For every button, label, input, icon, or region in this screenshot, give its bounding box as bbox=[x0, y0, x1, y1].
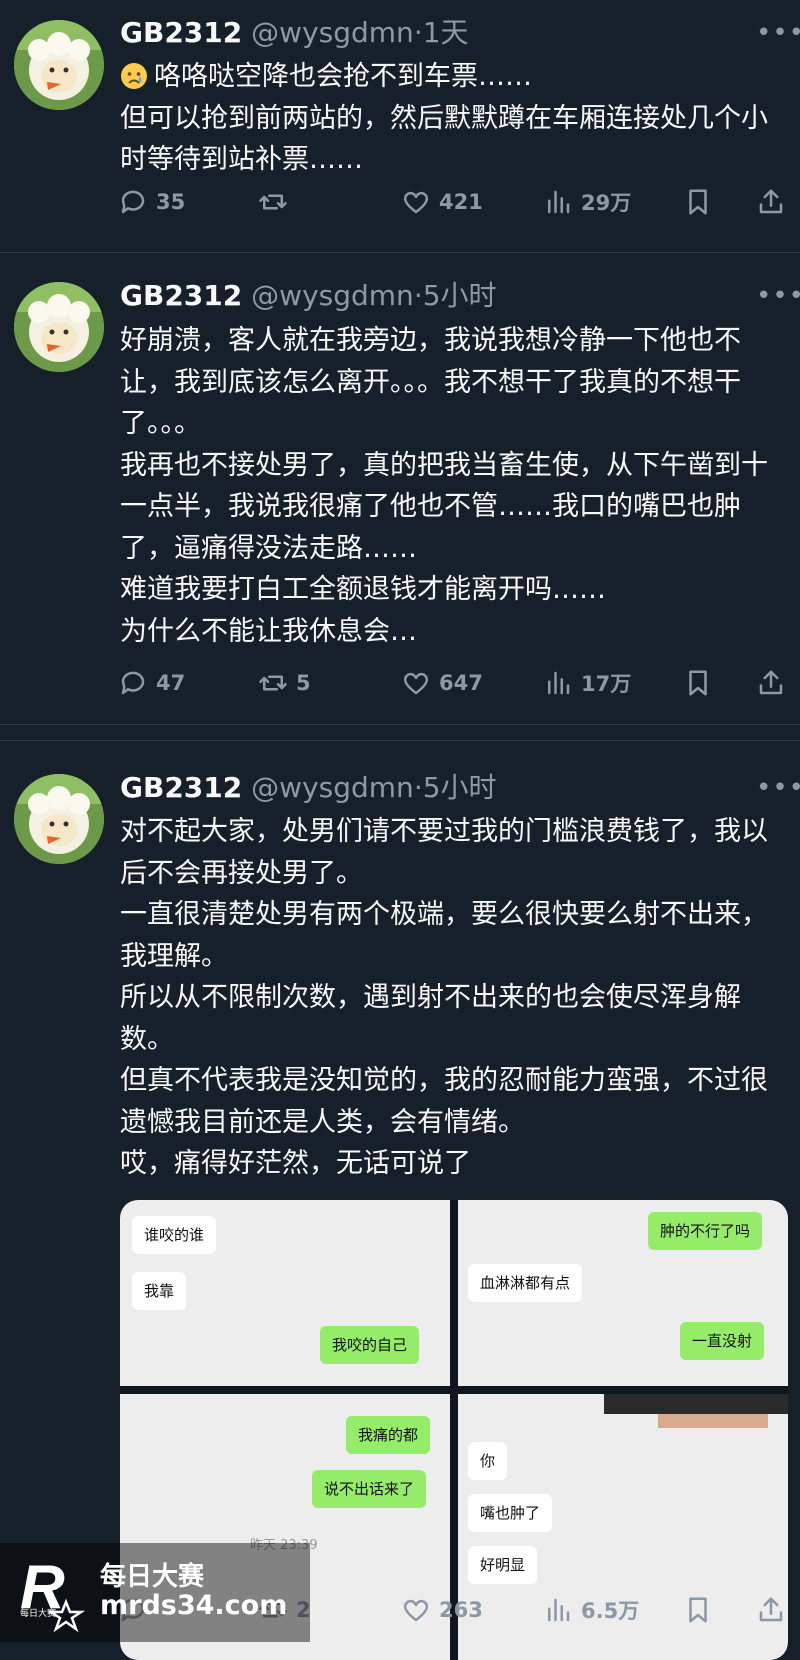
display-name[interactable]: GB2312 bbox=[120, 771, 242, 804]
tweet-header: GB2312 @wysgdmn·5小时 bbox=[120, 768, 497, 808]
reply-count: 35 bbox=[156, 190, 186, 214]
views-button[interactable]: 17万 bbox=[543, 663, 631, 703]
views-button[interactable]: 6.5万 bbox=[543, 1590, 639, 1630]
reply-icon bbox=[121, 671, 145, 695]
reply-button[interactable]: 35 bbox=[118, 182, 185, 222]
reply-count: 47 bbox=[156, 671, 186, 695]
share-button[interactable] bbox=[756, 663, 794, 703]
separator-dot: · bbox=[413, 16, 423, 49]
heart-icon bbox=[403, 191, 429, 214]
like-button[interactable]: 263 bbox=[401, 1590, 483, 1630]
like-button[interactable]: 421 bbox=[401, 182, 483, 222]
bookmark-icon bbox=[689, 189, 707, 215]
timestamp[interactable]: 5小时 bbox=[423, 771, 497, 804]
view-count: 17万 bbox=[581, 672, 632, 696]
retweet-icon bbox=[259, 194, 287, 210]
bookmark-icon bbox=[689, 1597, 707, 1623]
tweet-header: GB2312 @wysgdmn·1天 bbox=[120, 13, 469, 53]
more-options-icon[interactable]: ••• bbox=[756, 279, 800, 313]
views-chart-icon bbox=[548, 1598, 570, 1622]
chat-bubble: 嘴也肿了 bbox=[468, 1494, 553, 1532]
watermark-logo-icon: R bbox=[20, 1553, 86, 1632]
chat-bubble: 你 bbox=[468, 1442, 508, 1480]
share-icon bbox=[759, 1597, 783, 1622]
heart-icon bbox=[403, 672, 429, 695]
tweet-actions: 47 5 647 17万 bbox=[118, 663, 793, 703]
share-icon bbox=[759, 670, 783, 695]
chat-bubble: 肿的不行了吗 bbox=[648, 1212, 763, 1250]
chat-bubble: 好明显 bbox=[468, 1546, 538, 1584]
user-handle[interactable]: @wysgdmn bbox=[251, 771, 414, 804]
share-icon bbox=[759, 189, 783, 214]
watermark-title: 每日大赛 bbox=[100, 1562, 205, 1592]
divider bbox=[0, 740, 800, 741]
separator-dot: · bbox=[413, 771, 423, 804]
more-options-icon[interactable]: ••• bbox=[756, 771, 800, 805]
chat-bubble: 血淋淋都有点 bbox=[468, 1264, 583, 1302]
like-button[interactable]: 647 bbox=[401, 663, 483, 703]
bookmark-button[interactable] bbox=[683, 663, 721, 703]
views-chart-icon bbox=[548, 190, 570, 214]
timestamp[interactable]: 1天 bbox=[423, 16, 469, 49]
sheep-avatar-icon bbox=[14, 774, 104, 864]
view-count: 29万 bbox=[581, 191, 632, 215]
tweet-text: 咯咯哒空降也会抢不到车票…… 但可以抢到前两站的，然后默默蹲在车厢连接处几个小时… bbox=[120, 56, 788, 181]
chat-bubble: 我痛的都 bbox=[346, 1416, 431, 1454]
chat-bubble: 谁咬的谁 bbox=[132, 1216, 217, 1254]
redaction-bar bbox=[604, 1394, 788, 1414]
like-count: 647 bbox=[439, 671, 483, 695]
watermark-mini-label: 每日大赛 bbox=[20, 1609, 57, 1619]
chat-screenshot[interactable]: 肿的不行了吗 血淋淋都有点 一直没射 bbox=[458, 1200, 788, 1386]
chat-bubble: 我靠 bbox=[132, 1272, 187, 1310]
tweet-text: 好崩溃，客人就在我旁边，我说我想冷静一下他也不让，我到底该怎么离开。。。我不想干… bbox=[120, 325, 768, 647]
crying-face-icon bbox=[121, 63, 147, 89]
retweet-count: 5 bbox=[296, 671, 311, 695]
more-options-icon[interactable]: ••• bbox=[756, 16, 800, 50]
sheep-avatar-icon bbox=[14, 282, 104, 372]
retweet-button[interactable]: 5 bbox=[258, 663, 311, 703]
tweet-text: 对不起大家，处男们请不要过我的门槛浪费钱了，我以后不会再接处男了。 一直很清楚处… bbox=[120, 816, 768, 1179]
view-count: 6.5万 bbox=[581, 1599, 640, 1623]
display-name[interactable]: GB2312 bbox=[120, 279, 242, 312]
timestamp[interactable]: 5小时 bbox=[423, 279, 497, 312]
share-button[interactable] bbox=[756, 1590, 794, 1630]
share-button[interactable] bbox=[756, 182, 794, 222]
chat-bubble: 说不出话来了 bbox=[312, 1470, 427, 1508]
chat-bubble: 我咬的自己 bbox=[320, 1326, 420, 1364]
tweet-header: GB2312 @wysgdmn·5小时 bbox=[120, 276, 497, 316]
views-button[interactable]: 29万 bbox=[543, 182, 631, 222]
user-handle[interactable]: @wysgdmn bbox=[251, 279, 414, 312]
avatar[interactable] bbox=[14, 282, 104, 372]
photo-fragment bbox=[658, 1414, 768, 1428]
chat-screenshot[interactable]: 谁咬的谁 我靠 我咬的自己 bbox=[120, 1200, 450, 1386]
like-count: 263 bbox=[439, 1598, 483, 1622]
like-count: 421 bbox=[439, 190, 483, 214]
bookmark-button[interactable] bbox=[683, 1590, 721, 1630]
bookmark-button[interactable] bbox=[683, 182, 721, 222]
views-chart-icon bbox=[548, 671, 570, 695]
retweet-icon bbox=[259, 675, 287, 691]
divider bbox=[0, 252, 800, 253]
reply-icon bbox=[121, 190, 145, 214]
avatar[interactable] bbox=[14, 20, 104, 110]
tweet-actions: 35 421 29万 bbox=[118, 182, 793, 222]
chat-bubble: 一直没射 bbox=[680, 1322, 765, 1360]
retweet-button[interactable] bbox=[258, 182, 296, 222]
bookmark-icon bbox=[689, 670, 707, 696]
reply-button[interactable]: 47 bbox=[118, 663, 185, 703]
user-handle[interactable]: @wysgdmn bbox=[251, 16, 414, 49]
separator-dot: · bbox=[413, 279, 423, 312]
heart-icon bbox=[403, 1599, 429, 1622]
divider bbox=[0, 724, 800, 725]
watermark-url: mrds34.com bbox=[100, 1590, 288, 1621]
display-name[interactable]: GB2312 bbox=[120, 16, 242, 49]
avatar[interactable] bbox=[14, 774, 104, 864]
sheep-avatar-icon bbox=[14, 20, 104, 110]
tweet-body: 咯咯哒空降也会抢不到车票…… 但可以抢到前两站的，然后默默蹲在车厢连接处几个小时… bbox=[120, 61, 768, 175]
